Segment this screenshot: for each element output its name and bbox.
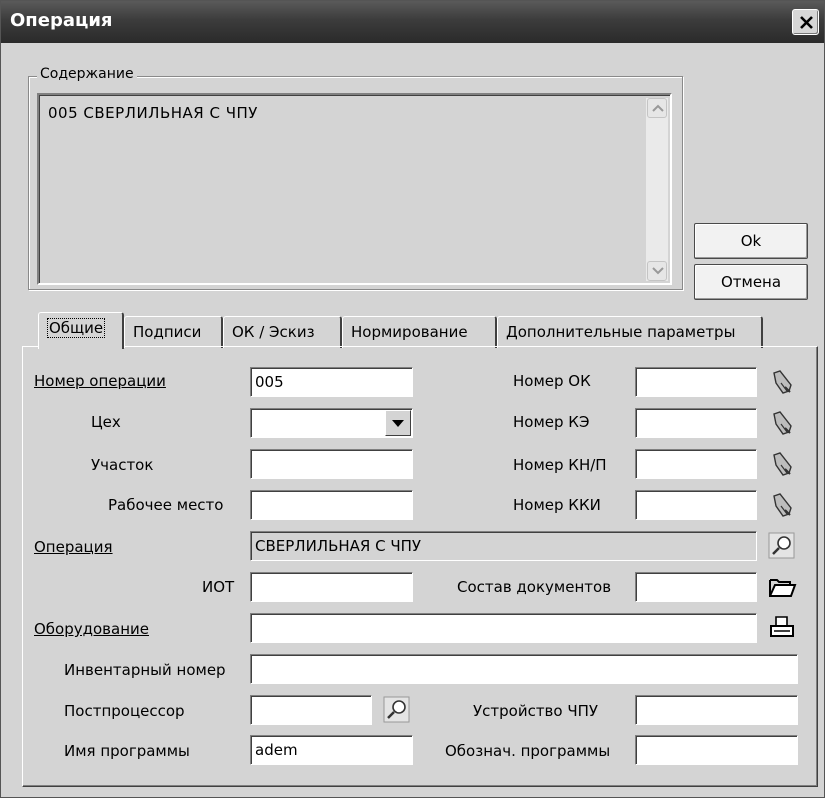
cancel-label: Отмена [720,273,782,291]
workplace-field[interactable] [250,490,413,520]
tab-general[interactable]: Общие [38,312,124,349]
ok-number-field[interactable] [635,367,757,397]
operation-field[interactable]: СВЕРЛИЛЬНАЯ С ЧПУ [250,531,757,561]
content-memo[interactable]: 005 СВЕРЛИЛЬНАЯ С ЧПУ [37,93,672,285]
pointing-hand-icon [773,452,792,476]
content-legend: Содержание [37,66,137,82]
iot-label: ИОТ [202,578,235,596]
open-folder-icon [769,579,797,597]
op-number-field[interactable]: 005 [250,367,413,397]
printer-icon [770,616,794,637]
tab-ok-sketch-label: ОК / Эскиз [232,323,315,341]
postprocessor-label: Постпроцессор [64,702,185,720]
tab-norming[interactable]: Нормирование [342,316,497,348]
shop-dropdown-button[interactable] [385,410,411,436]
inventory-field[interactable] [250,654,798,684]
program-name-field[interactable]: adem [250,735,413,765]
postprocessor-field[interactable] [250,695,372,725]
magnifier-icon [383,696,410,723]
ok-label: Ok [740,232,762,250]
program-code-label: Обознач. программы [445,742,611,760]
docs-label: Состав документов [457,578,612,596]
scroll-down-button[interactable] [647,261,667,281]
chevron-down-icon [652,267,664,275]
program-name-label: Имя программы [64,742,190,760]
cnc-device-field[interactable] [635,695,798,725]
magnifier-icon [768,532,795,559]
window-title: Операция [10,10,113,31]
tab-extra-params[interactable]: Дополнительные параметры [497,316,763,348]
postprocessor-search-button[interactable] [382,695,412,725]
program-code-field[interactable] [635,735,798,765]
pointing-hand-icon [773,493,792,517]
operation-label[interactable]: Операция [34,538,113,556]
pointing-hand-icon [773,370,792,394]
kki-number-lookup-button[interactable] [767,490,797,520]
dropdown-arrow-icon [392,420,404,427]
content-text: 005 СВЕРЛИЛЬНАЯ С ЧПУ [48,104,258,122]
tab-norming-label: Нормирование [351,323,468,341]
ke-number-lookup-button[interactable] [767,408,797,438]
scroll-up-button[interactable] [647,98,667,118]
iot-field[interactable] [250,572,413,602]
kki-number-label: Номер ККИ [513,496,601,514]
tab-signatures[interactable]: Подписи [124,316,223,348]
docs-field[interactable] [635,572,757,602]
equipment-label[interactable]: Оборудование [34,620,149,638]
knp-number-lookup-button[interactable] [767,449,797,479]
area-label: Участок [91,456,154,474]
close-button[interactable] [792,9,819,35]
shop-label: Цех [91,413,121,431]
title-bar[interactable]: Операция [1,1,824,43]
knp-number-label: Номер КН/П [513,456,607,474]
content-scrollbar[interactable] [646,98,668,281]
area-field[interactable] [250,449,413,479]
docs-folder-button[interactable] [767,572,797,602]
cnc-device-label: Устройство ЧПУ [473,702,599,720]
workplace-label: Рабочее место [108,496,224,514]
operation-search-button[interactable] [767,531,797,561]
cancel-button[interactable]: Отмена [694,264,808,300]
shop-select[interactable] [250,408,413,438]
ok-number-lookup-button[interactable] [767,367,797,397]
tab-extra-params-label: Дополнительные параметры [506,323,736,341]
tab-ok-sketch[interactable]: ОК / Эскиз [223,316,342,348]
tab-signatures-label: Подписи [133,323,202,341]
ke-number-label: Номер КЭ [513,413,590,431]
close-icon [800,16,813,29]
kki-number-field[interactable] [635,490,757,520]
knp-number-field[interactable] [635,449,757,479]
equipment-field[interactable] [250,613,757,643]
ok-button[interactable]: Ok [694,223,808,259]
inventory-label: Инвентарный номер [64,661,226,679]
ok-number-label: Номер ОК [513,372,591,390]
ke-number-field[interactable] [635,408,757,438]
tab-general-label: Общие [47,318,106,338]
pointing-hand-icon [773,411,792,435]
operation-dialog: Операция Содержание 005 СВЕРЛИЛЬНАЯ С ЧП… [0,0,825,798]
equipment-button[interactable] [767,613,797,643]
op-number-label[interactable]: Номер операции [34,372,166,390]
chevron-up-icon [652,104,664,112]
